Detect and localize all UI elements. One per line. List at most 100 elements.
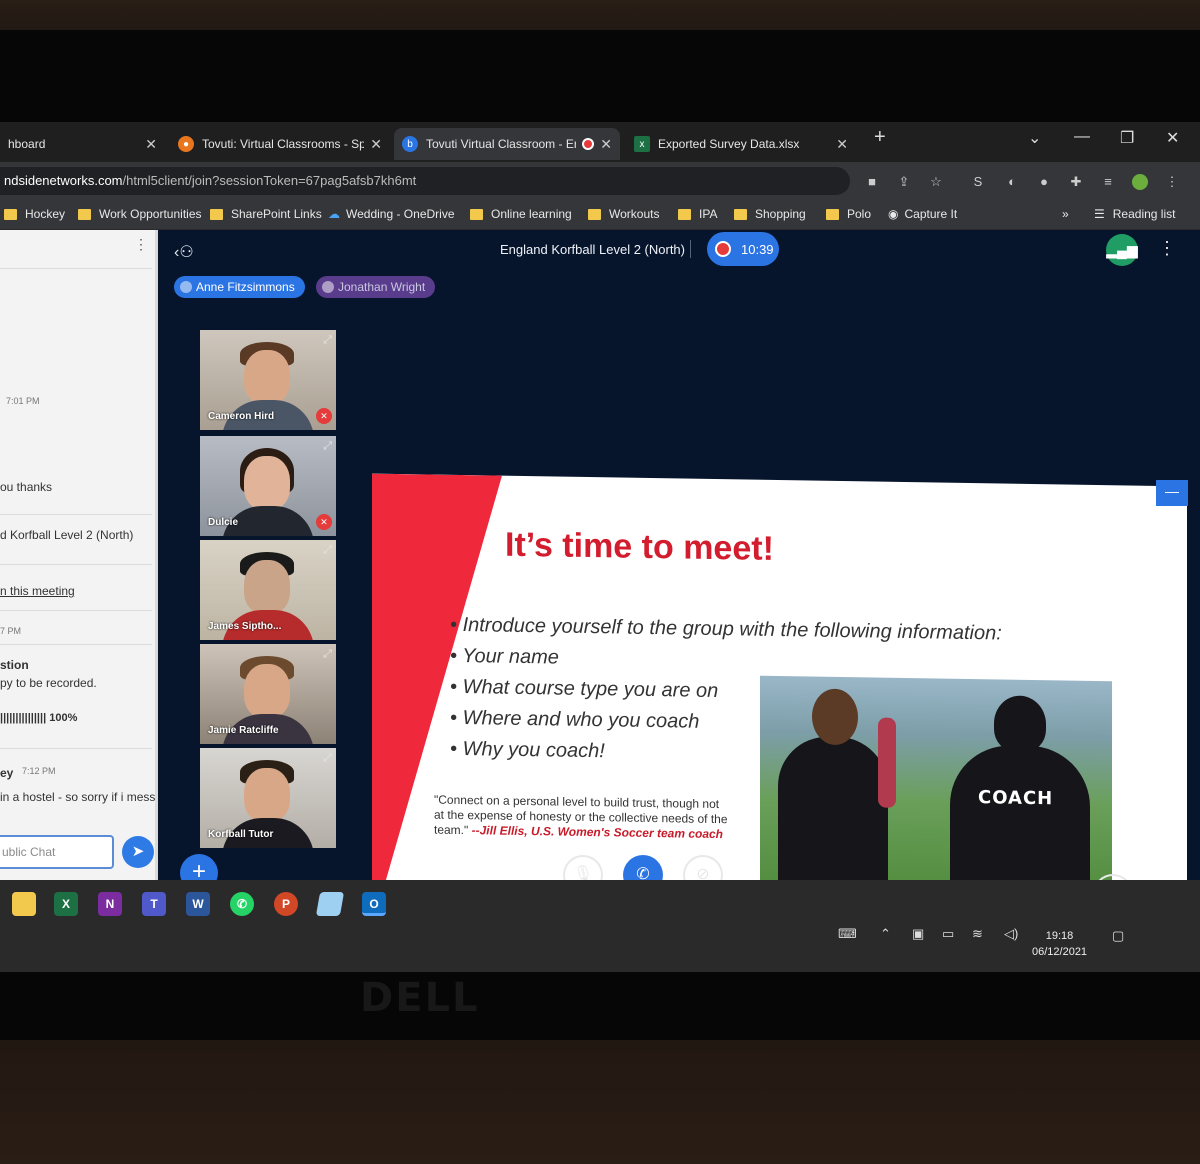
system-clock[interactable]: 19:18 06/12/2021 xyxy=(1032,928,1087,960)
close-icon[interactable]: ✕ xyxy=(145,136,157,153)
options-menu-icon[interactable]: ⋮ xyxy=(1158,238,1176,259)
webcam-face xyxy=(244,350,290,404)
volume-icon[interactable]: ◁) xyxy=(1004,926,1018,942)
tab-dashboard[interactable]: hboard ✕ xyxy=(0,128,165,160)
webcam-name: James Siptho... xyxy=(208,621,282,632)
webcam-tile[interactable]: ⤢ Korfball Tutor xyxy=(200,748,336,848)
close-icon[interactable]: ✕ xyxy=(836,136,848,153)
connection-status-button[interactable]: ▂▄▆ xyxy=(1106,234,1138,266)
user-list-toggle-icon[interactable]: ‹⚇ xyxy=(174,242,194,262)
minimize-window-icon[interactable]: — xyxy=(1074,128,1090,146)
photo-coach-cap xyxy=(994,695,1046,753)
chat-time: 7:12 PM xyxy=(22,766,56,776)
folder-icon xyxy=(78,208,91,220)
menu-kebab-icon[interactable]: ⋮ xyxy=(1164,174,1180,190)
bookmark-online-learning[interactable]: Online learning xyxy=(470,207,572,221)
talking-indicator[interactable]: Anne Fitzsimmons xyxy=(174,276,305,298)
puzzle-icon[interactable]: ✚ xyxy=(1068,174,1084,190)
talking-indicator[interactable]: Jonathan Wright xyxy=(316,276,436,298)
onenote-icon[interactable]: N xyxy=(98,892,122,916)
bookmarks-overflow-button[interactable]: » xyxy=(1062,207,1069,221)
microphone-icon[interactable]: ● xyxy=(1036,174,1052,190)
fullscreen-icon[interactable]: ⤢ xyxy=(323,752,332,765)
webcam-tile[interactable]: ⤢ Cameron Hird ✕ xyxy=(200,330,336,430)
send-message-button[interactable]: ➤ xyxy=(122,836,154,868)
slide-quote: "Connect on a personal level to build tr… xyxy=(434,793,729,843)
bookmark-label: SharePoint Links xyxy=(231,207,322,221)
bookmark-label: Polo xyxy=(847,207,872,221)
onedrive-icon: ☁ xyxy=(328,207,340,221)
slide-bullet-text: Introduce yourself to the group with the… xyxy=(462,614,1002,645)
keyboard-icon[interactable]: ⌨ xyxy=(838,926,857,942)
tab-excel[interactable]: x Exported Survey Data.xlsx ✕ xyxy=(626,128,856,160)
reading-list-button[interactable]: ☰ Reading list xyxy=(1094,207,1175,221)
word-icon[interactable]: W xyxy=(186,892,210,916)
webcam-face xyxy=(244,456,290,510)
reading-list-icon: ☰ xyxy=(1094,207,1105,221)
bookmark-wedding-onedrive[interactable]: ☁ Wedding - OneDrive xyxy=(328,207,455,221)
minimize-presentation-button[interactable]: — xyxy=(1156,480,1188,506)
bookmark-capture-it[interactable]: ◉ Capture It xyxy=(888,207,957,221)
profile-avatar-icon[interactable] xyxy=(1132,174,1148,190)
notifications-icon[interactable]: ▢ xyxy=(1112,928,1124,944)
bookmark-polo[interactable]: Polo xyxy=(826,207,871,221)
chat-divider xyxy=(0,644,152,645)
powerpoint-icon[interactable]: P xyxy=(274,892,298,916)
file-explorer-icon[interactable] xyxy=(12,892,36,916)
folder-icon xyxy=(470,208,483,220)
share-icon[interactable]: ⇪ xyxy=(896,174,912,190)
close-icon[interactable]: ✕ xyxy=(370,136,382,153)
public-chat-input[interactable]: ublic Chat xyxy=(0,835,114,869)
recording-button[interactable]: 10:39 xyxy=(707,232,779,266)
media-icon[interactable]: ≡ xyxy=(1100,174,1116,190)
fullscreen-icon[interactable]: ⤢ xyxy=(323,334,332,347)
meet-now-icon[interactable]: ▣ xyxy=(912,926,924,942)
fullscreen-icon[interactable]: ⤢ xyxy=(323,544,332,557)
tray-chevron-icon[interactable]: ⌃ xyxy=(880,926,891,942)
webcam-face xyxy=(244,768,290,822)
battery-icon[interactable]: ▭ xyxy=(942,926,954,942)
close-window-icon[interactable]: ✕ xyxy=(1166,128,1179,148)
wifi-icon[interactable]: ≋ xyxy=(972,926,983,942)
reading-list-label: Reading list xyxy=(1112,207,1176,221)
restore-window-icon[interactable]: ❐ xyxy=(1120,128,1134,148)
snip-icon[interactable] xyxy=(315,892,345,916)
new-tab-button[interactable]: + xyxy=(874,126,886,149)
bookmark-work-opportunities[interactable]: Work Opportunities xyxy=(78,207,202,221)
whatsapp-icon[interactable]: ✆ xyxy=(230,892,254,916)
excel-icon[interactable]: X xyxy=(54,892,78,916)
bookmark-star-icon[interactable]: ☆ xyxy=(928,174,944,190)
chat-panel: ⋮ 7:01 PM ou thanks d Korfball Level 2 (… xyxy=(0,230,158,920)
url-path: /html5client/join?sessionToken=67pag5afs… xyxy=(122,173,417,188)
close-icon[interactable]: ✕ xyxy=(600,136,612,153)
fullscreen-icon[interactable]: ⤢ xyxy=(323,648,332,661)
bookmark-hockey[interactable]: Hockey xyxy=(4,207,65,221)
extension-icon[interactable]: ◐ xyxy=(1004,174,1020,190)
webcam-tile[interactable]: ⤢ Jamie Ratcliffe xyxy=(200,644,336,744)
chat-options-icon[interactable]: ⋮ xyxy=(134,236,148,253)
webcam-tile[interactable]: ⤢ Dulcie ✕ xyxy=(200,436,336,536)
tab-tovuti-sport[interactable]: ● Tovuti: Virtual Classrooms - Spor ✕ xyxy=(170,128,390,160)
folder-icon xyxy=(734,208,747,220)
excel-favicon-icon: x xyxy=(634,136,650,152)
bookmark-label: IPA xyxy=(699,207,718,221)
tab-tovuti-classroom[interactable]: b Tovuti Virtual Classroom - En ✕ xyxy=(394,128,620,160)
outlook-icon[interactable]: O xyxy=(362,892,386,916)
extension-s-icon[interactable]: S xyxy=(970,174,986,190)
webcam-face xyxy=(244,560,290,614)
chat-link[interactable]: n this meeting xyxy=(0,584,75,598)
bookmark-ipa[interactable]: IPA xyxy=(678,207,717,221)
bookmark-workouts[interactable]: Workouts xyxy=(588,207,659,221)
fullscreen-icon[interactable]: ⤢ xyxy=(323,440,332,453)
url-field[interactable]: ndsidenetworks.com/html5client/join?sess… xyxy=(0,167,850,195)
teams-icon[interactable]: T xyxy=(142,892,166,916)
slide-coach-photo: COACH xyxy=(760,675,1112,906)
chat-divider xyxy=(0,514,152,515)
recording-timer: 10:39 xyxy=(741,241,774,257)
bookmark-shopping[interactable]: Shopping xyxy=(734,207,806,221)
camera-icon[interactable]: ■ xyxy=(864,174,880,190)
webcam-tile[interactable]: ⤢ James Siptho... xyxy=(200,540,336,640)
chat-divider xyxy=(0,564,152,565)
tab-search-icon[interactable]: ⌄ xyxy=(1028,128,1041,148)
bookmark-sharepoint-links[interactable]: SharePoint Links xyxy=(210,207,322,221)
